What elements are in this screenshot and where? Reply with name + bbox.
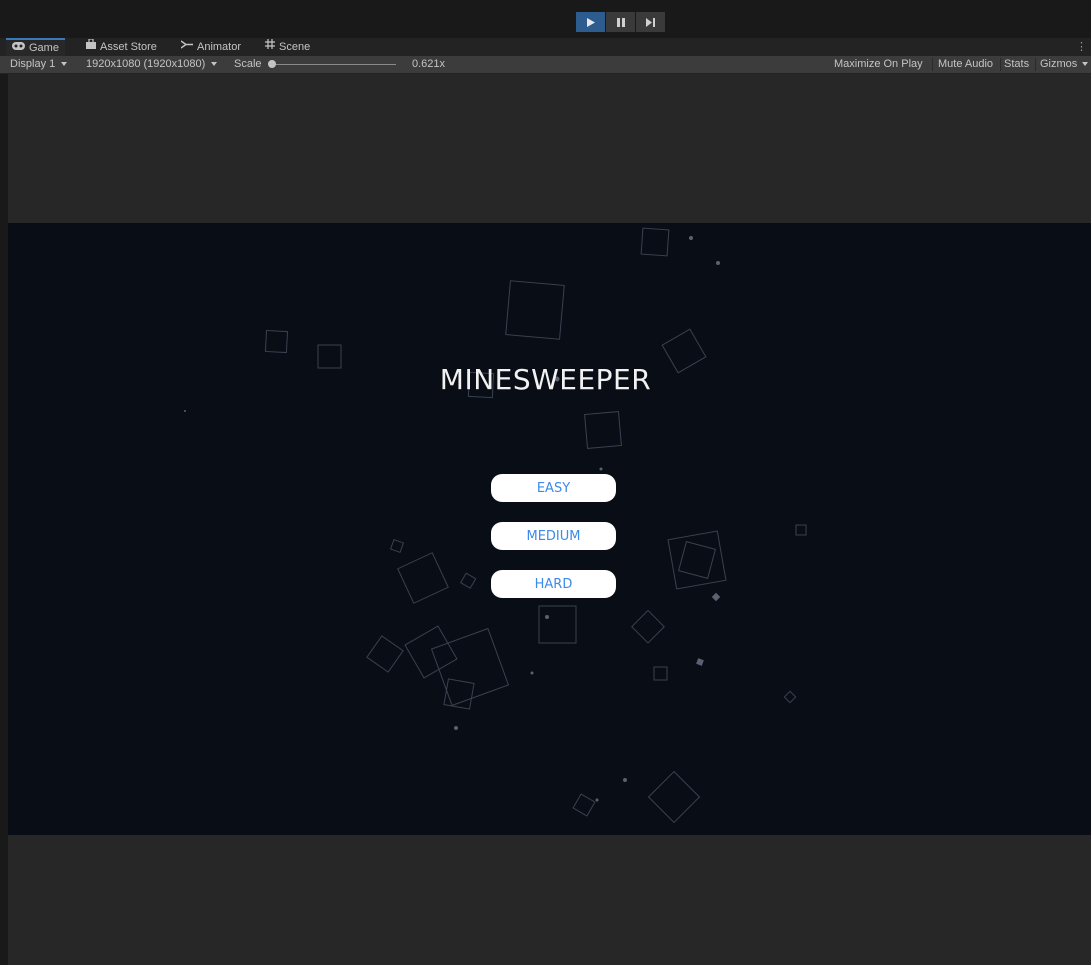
chevron-down-icon (1082, 62, 1089, 67)
step-button[interactable] (636, 12, 665, 32)
easy-button[interactable]: EASY (491, 474, 616, 502)
tab-label: Animator (197, 41, 242, 53)
resolution-dropdown[interactable]: 1920x1080 (1920x1080) (86, 56, 218, 73)
animator-icon (180, 38, 193, 56)
pause-icon (616, 17, 625, 27)
gizmos-label: Gizmos (1040, 58, 1078, 70)
stats-toggle[interactable]: Stats (1004, 56, 1029, 73)
pause-button[interactable] (606, 12, 635, 32)
tab-label: Asset Store (100, 41, 157, 53)
maximize-on-play-toggle[interactable]: Maximize On Play (834, 56, 923, 73)
chevron-down-icon (211, 62, 218, 67)
divider (932, 58, 933, 71)
mute-audio-toggle[interactable]: Mute Audio (938, 56, 993, 73)
chevron-down-icon (61, 62, 68, 67)
play-controls (576, 12, 665, 32)
scale-slider-track[interactable] (272, 64, 396, 65)
gizmos-dropdown[interactable]: Gizmos (1040, 56, 1089, 73)
tab-game[interactable]: Game (6, 38, 65, 56)
divider (1035, 58, 1036, 71)
play-button[interactable] (576, 12, 605, 32)
display-label: Display 1 (10, 58, 56, 70)
tab-label: Scene (279, 41, 311, 53)
game-title: MINESWEEPER (439, 362, 652, 396)
bag-icon (86, 38, 96, 56)
gamepad-icon (12, 40, 25, 56)
game-view-toolbar: Display 1 1920x1080 (1920x1080) Scale 0.… (0, 56, 1091, 74)
tab-bar: Game Asset Store Animator Scene ⋮ (0, 38, 1091, 56)
tab-label: Game (29, 42, 59, 54)
scale-slider-handle[interactable] (268, 60, 276, 68)
tab-scene[interactable]: Scene (259, 38, 316, 56)
step-icon (645, 17, 655, 27)
grid-icon (265, 38, 275, 56)
display-dropdown[interactable]: Display 1 (10, 56, 68, 73)
tab-animator[interactable]: Animator (175, 38, 247, 56)
play-toolbar (0, 0, 1091, 38)
resolution-label: 1920x1080 (1920x1080) (86, 58, 206, 70)
medium-button[interactable]: MEDIUM (491, 522, 616, 550)
scale-value: 0.621x (412, 58, 446, 70)
play-icon (586, 17, 595, 27)
divider (1000, 58, 1001, 71)
kebab-menu-icon[interactable]: ⋮ (1076, 40, 1087, 53)
tab-asset-store[interactable]: Asset Store (80, 38, 163, 56)
scale-label: Scale (234, 58, 262, 70)
hard-button[interactable]: HARD (491, 570, 616, 598)
